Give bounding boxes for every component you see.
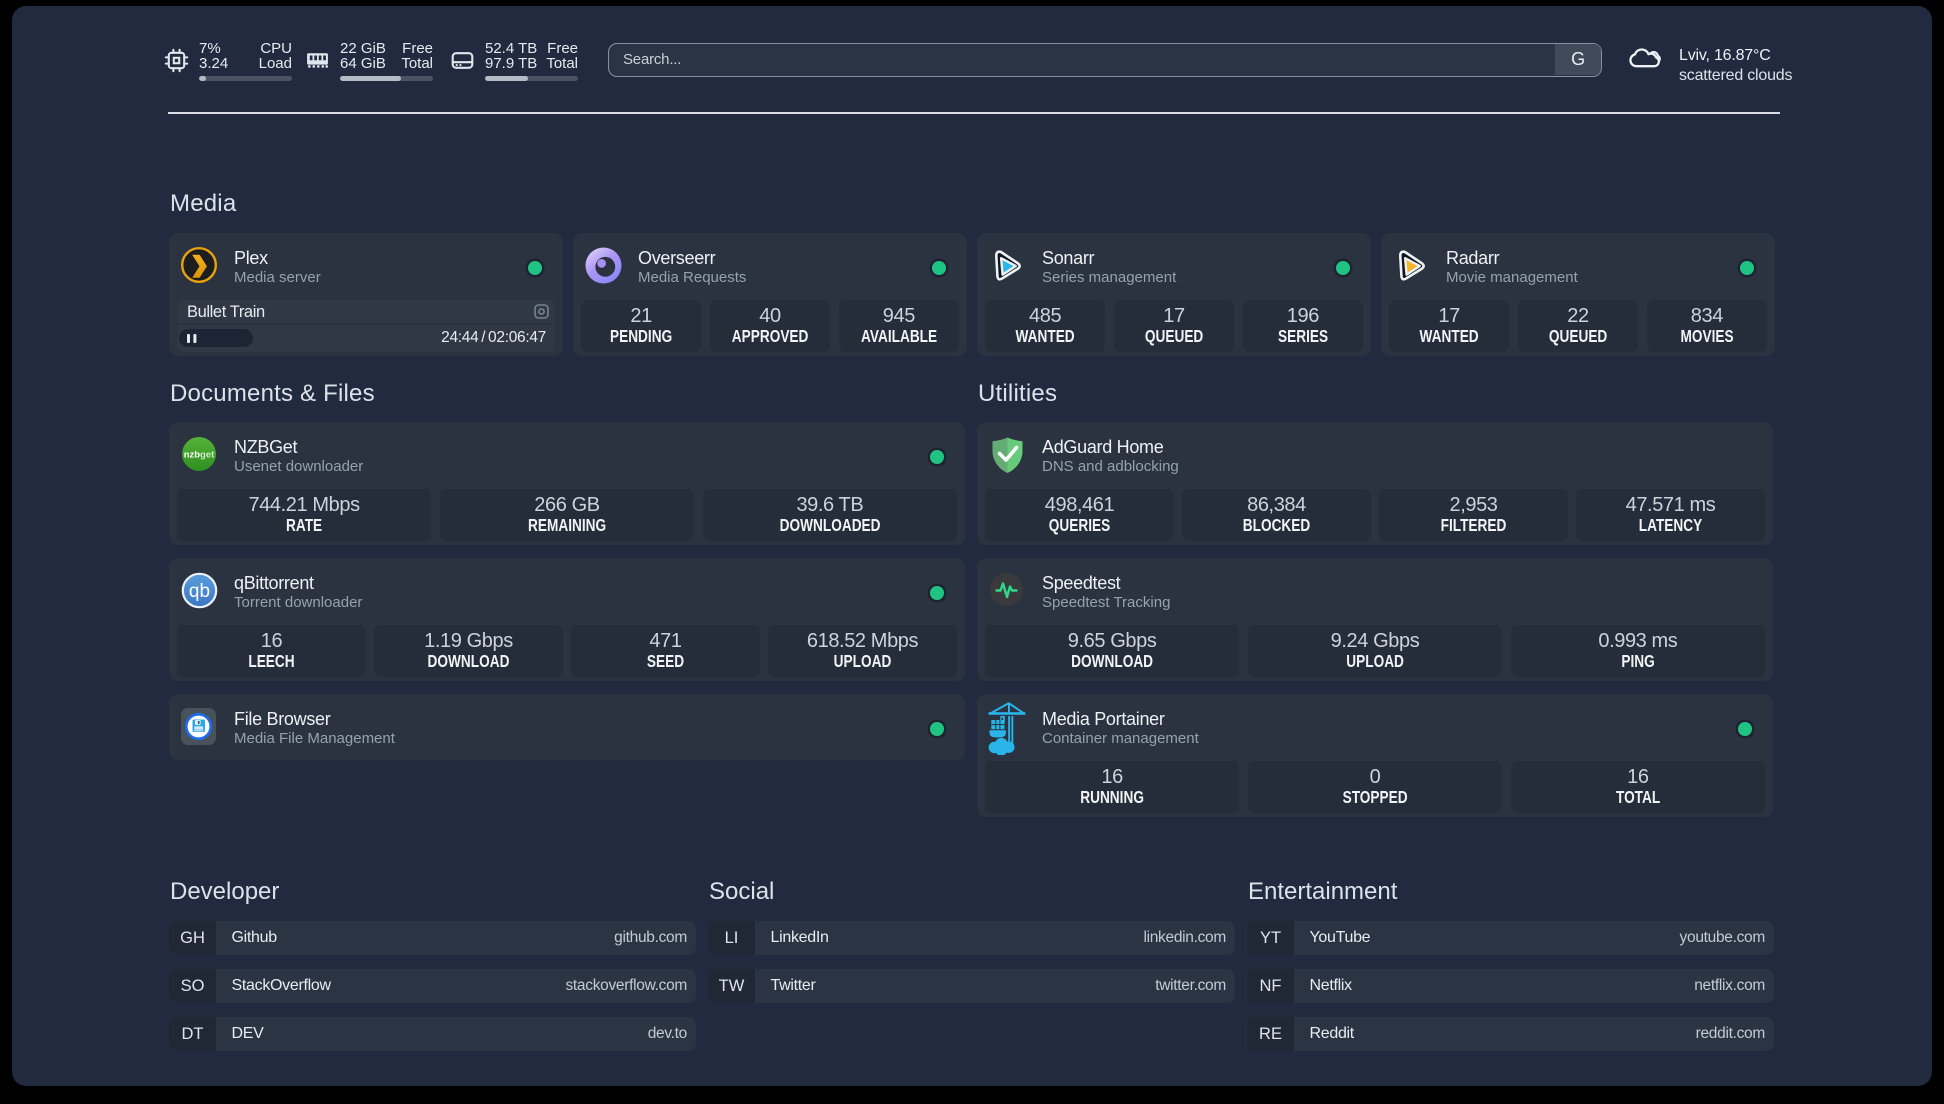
svg-text:qb: qb [189,581,210,602]
svg-text:nzbget: nzbget [184,450,215,461]
